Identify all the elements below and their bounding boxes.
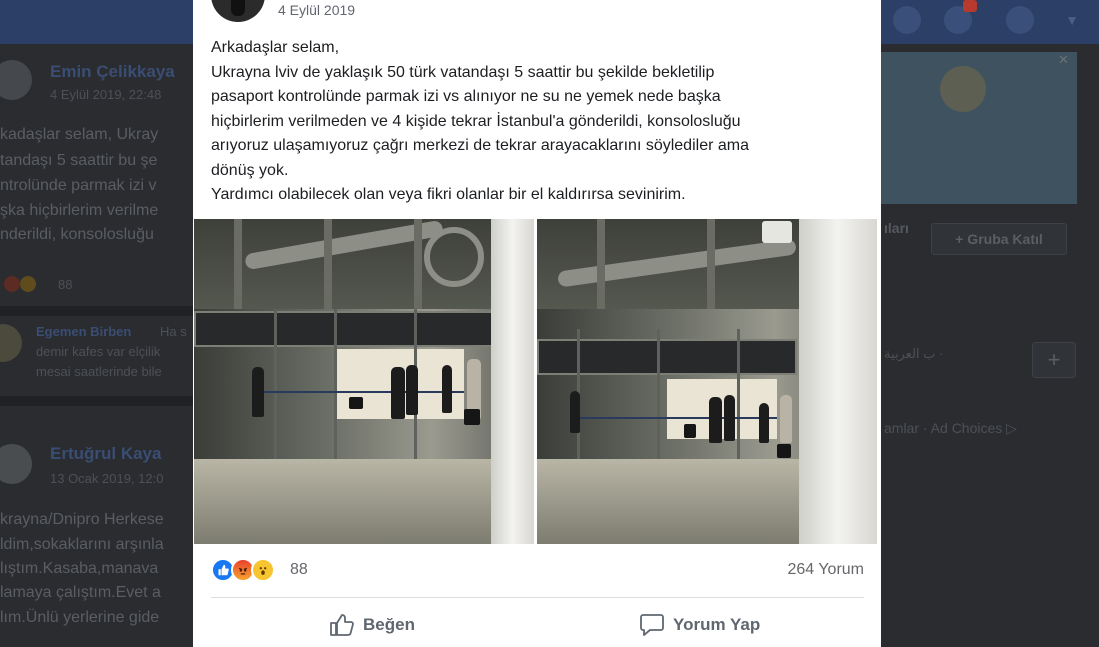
- post-text-line: şka hiçbirlerim verilme: [0, 202, 159, 219]
- author-avatar[interactable]: [211, 0, 265, 22]
- add-language-button[interactable]: +: [1032, 342, 1076, 378]
- comment-author[interactable]: Egemen Birben: [36, 324, 131, 339]
- post-text-line: Ukrayna lviv de yaklaşık 50 türk vatanda…: [211, 63, 715, 81]
- post-text-line: Yardımcı olabilecek olan veya fikri olan…: [211, 186, 686, 203]
- background-feed: Emin Çelikkaya 4 Eylül 2019, 22:48 kadaş…: [0, 44, 193, 647]
- post-text-line: ntrolünde parmak izi v: [0, 177, 157, 194]
- comment-text: Ha s: [160, 324, 187, 339]
- post-card: 4 Eylül 2019 Arkadaşlar selam, Ukrayna l…: [193, 0, 881, 647]
- speech-bubble-icon: [639, 613, 665, 637]
- post-date[interactable]: 13 Ocak 2019, 12:0: [50, 471, 163, 486]
- help-icon[interactable]: [1006, 6, 1034, 34]
- chevron-down-icon[interactable]: ▼: [1058, 6, 1086, 34]
- post-text-line: kadaşlar selam, Ukray: [0, 126, 159, 143]
- avatar: [0, 60, 32, 100]
- post-text-line: pasaport kontrolünde parmak izi vs alını…: [211, 88, 721, 105]
- post-text-line: Arkadaşlar selam,: [211, 39, 340, 56]
- thumbs-up-icon: [329, 613, 355, 637]
- comment-button-label: Yorum Yap: [673, 615, 761, 634]
- post-text-line: lım.Ünlü yerlerine gide: [0, 609, 160, 626]
- comment-button[interactable]: Yorum Yap: [639, 611, 760, 639]
- post-text-line: dönüş yok.: [211, 161, 289, 179]
- angry-reaction-icon: [4, 276, 20, 292]
- group-label: ıları: [884, 220, 909, 236]
- language-list[interactable]: ب العربية ·: [884, 346, 943, 362]
- comment-text: mesai saatlerinde bile: [36, 364, 162, 379]
- post-text-line: ldim,sokaklarını arşınla: [0, 536, 164, 553]
- join-group-button[interactable]: + Gruba Katıl: [931, 223, 1067, 255]
- ad-choices-link[interactable]: amlar · Ad Choices ▷: [884, 420, 1017, 437]
- post-text-line: krayna/Dnipro Herkese: [0, 511, 164, 528]
- post-photo[interactable]: [194, 219, 534, 544]
- comment-text: demir kafes var elçilik: [36, 344, 161, 359]
- post-text-line: lıştım.Kasaba,manava: [0, 560, 159, 577]
- reaction-count: 88: [290, 561, 308, 578]
- post-date[interactable]: 4 Eylül 2019: [278, 2, 355, 18]
- reaction-count[interactable]: 88: [58, 277, 72, 292]
- comment-count[interactable]: 264 Yorum: [787, 561, 864, 579]
- post-date[interactable]: 4 Eylül 2019, 22:48: [50, 87, 161, 102]
- like-button-label: Beğen: [363, 615, 415, 634]
- post-author[interactable]: Emin Çelikkaya: [50, 62, 175, 82]
- post-text-line: hiçbirlerim verilmeden ve 4 kişide tekra…: [211, 112, 741, 130]
- post-text-line: arıyoruz ulaşamıyoruz çağrı merkezi de t…: [211, 137, 749, 154]
- wow-reaction-icon: [20, 276, 36, 292]
- wow-reaction-icon: [251, 558, 275, 582]
- post-text-line: lamaya çalıştım.Evet a: [0, 584, 161, 601]
- post-text-line: nderildi, konsolosluğu: [0, 226, 154, 243]
- divider: [211, 597, 864, 598]
- avatar: [0, 444, 32, 484]
- post-author[interactable]: Ertuğrul Kaya: [50, 444, 161, 464]
- avatar: [0, 324, 22, 362]
- post-body: Arkadaşlar selam, Ukrayna lviv de yaklaş…: [211, 36, 866, 208]
- notification-badge: [963, 0, 977, 12]
- like-button[interactable]: Beğen: [329, 611, 415, 639]
- close-icon[interactable]: ✕: [1058, 52, 1069, 68]
- post-photo[interactable]: [537, 219, 877, 544]
- post-text-line: tandaşı 5 saattir bu şe: [0, 152, 158, 169]
- messenger-icon[interactable]: [893, 6, 921, 34]
